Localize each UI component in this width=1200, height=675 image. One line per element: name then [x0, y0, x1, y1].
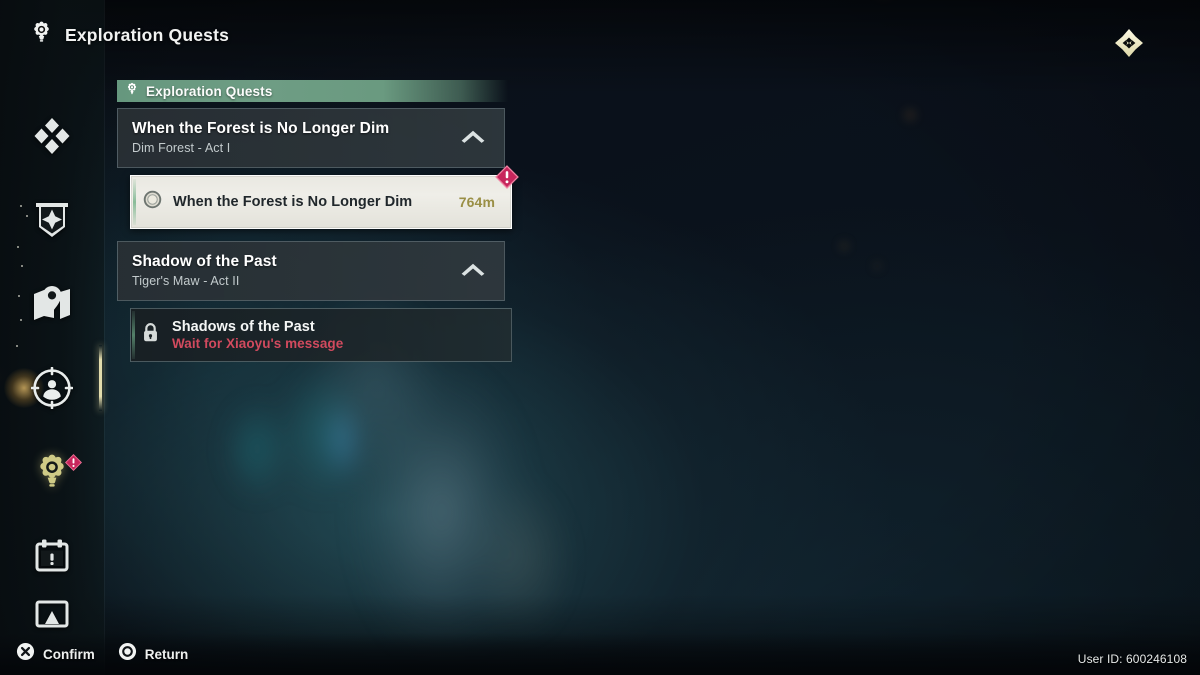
calendar-alert-icon: [33, 537, 71, 580]
quest-item-name: When the Forest is No Longer Dim: [173, 194, 413, 210]
quest-group-title: Shadow of the Past: [132, 253, 277, 270]
exclamation-diamond-icon: [495, 165, 519, 189]
quest-item-name: Shadows of the Past: [172, 319, 315, 335]
four-point-star-close-icon[interactable]: [1108, 22, 1150, 64]
top-bar: Exploration Quests: [0, 0, 1200, 70]
character-target-icon: [30, 366, 74, 414]
quest-item-distance: 764m: [458, 194, 495, 210]
sidebar-active-indicator: [99, 345, 102, 411]
chevron-up-icon[interactable]: [460, 261, 486, 282]
page-title: Exploration Quests: [65, 24, 230, 45]
sidebar-item-inventory[interactable]: [0, 96, 104, 180]
sidebar-item-banner[interactable]: [0, 180, 104, 264]
quest-category-header: Exploration Quests: [117, 80, 508, 102]
bottom-hint-bar: Confirm Return User ID: 600246108: [0, 633, 1200, 675]
page-title-group: Exploration Quests: [29, 20, 229, 50]
map-pin-icon: [31, 284, 73, 329]
gear-aperture-icon: [125, 82, 139, 101]
chevron-up-icon[interactable]: [460, 128, 486, 149]
quest-group-subtitle: Tiger's Maw - Act II: [132, 274, 240, 288]
hint-confirm-label: Confirm: [43, 646, 95, 662]
lock-icon: [141, 322, 160, 348]
hint-confirm[interactable]: Confirm: [16, 642, 95, 666]
exclamation-diamond-icon: [65, 454, 82, 471]
hint-return[interactable]: Return: [118, 642, 189, 666]
user-id-label: User ID: 600246108: [1077, 652, 1187, 666]
four-diamonds-icon: [31, 115, 73, 162]
sidebar-item-events[interactable]: [0, 516, 104, 600]
hint-return-label: Return: [144, 646, 189, 662]
quest-group-header[interactable]: Shadow of the Past Tiger's Maw - Act II: [117, 241, 505, 301]
left-sidebar: [0, 0, 104, 675]
cross-button-icon: [16, 642, 35, 666]
quest-panel: Exploration Quests When the Forest is No…: [117, 80, 527, 362]
quest-group-header[interactable]: When the Forest is No Longer Dim Dim For…: [117, 108, 505, 168]
quest-item-selected[interactable]: When the Forest is No Longer Dim 764m: [130, 165, 519, 229]
sidebar-nav-list: [0, 96, 104, 646]
quest-item-locked[interactable]: Shadows of the Past Wait for Xiaoyu's me…: [130, 308, 512, 362]
quest-category-label: Exploration Quests: [146, 83, 273, 99]
gear-aperture-icon: [29, 20, 54, 50]
quest-item-requirement: Wait for Xiaoyu's message: [172, 336, 344, 351]
sidebar-item-character[interactable]: [0, 348, 104, 432]
quest-group-title: When the Forest is No Longer Dim: [132, 120, 390, 137]
sidebar-item-map[interactable]: [0, 264, 104, 348]
sidebar-item-quests[interactable]: [0, 432, 104, 516]
ring-objective-icon: [143, 190, 162, 214]
quest-item-text-group: Shadows of the Past Wait for Xiaoyu's me…: [172, 319, 343, 351]
quest-group-subtitle: Dim Forest - Act I: [132, 141, 231, 155]
circle-button-icon: [118, 642, 137, 666]
banner-star-icon: [32, 199, 72, 246]
